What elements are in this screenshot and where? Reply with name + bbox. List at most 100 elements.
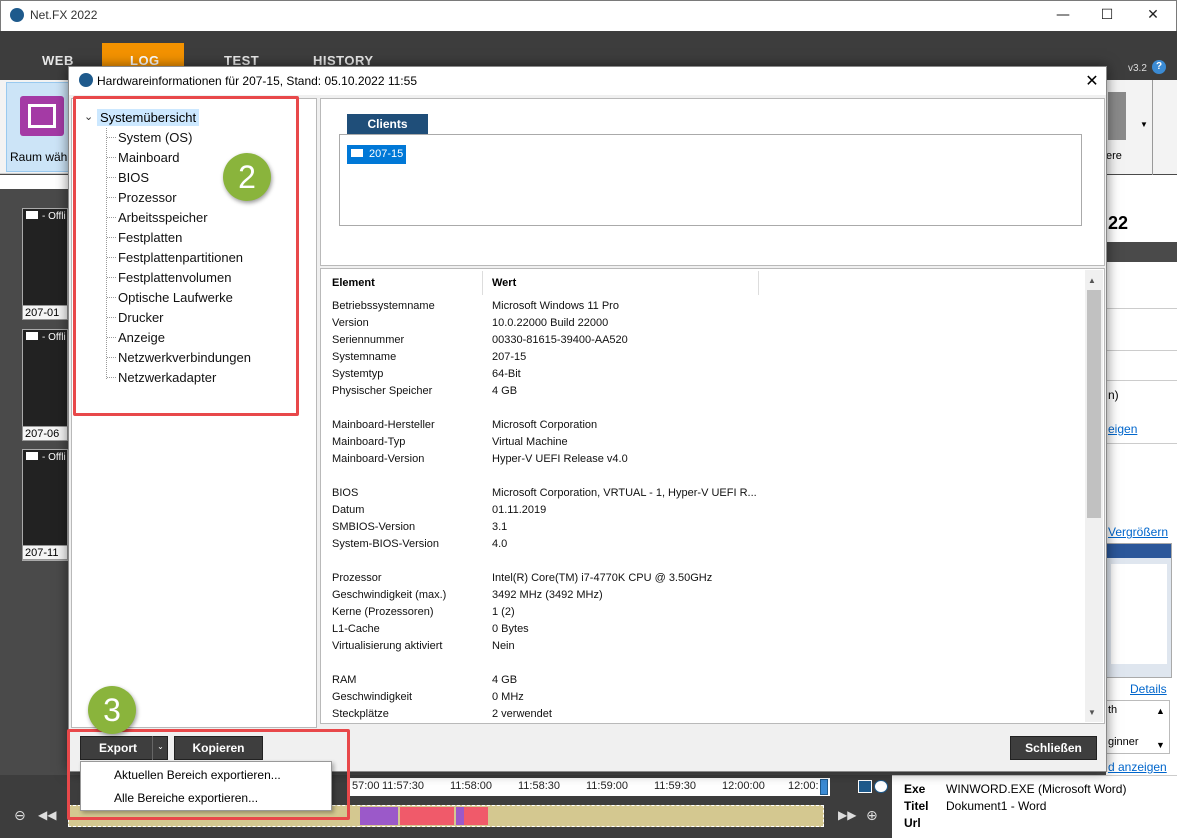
row-element: Steckplätze (332, 708, 389, 720)
detail-text-fragment: n) (1108, 388, 1119, 402)
minimize-icon[interactable]: — (1040, 4, 1086, 26)
timeline-tick: 57:00 (352, 780, 380, 792)
column-header-wert[interactable]: Wert (492, 277, 516, 289)
row-value: 207-15 (492, 351, 527, 363)
divider (1106, 443, 1177, 444)
detail-year-fragment: 22 (1108, 213, 1129, 233)
dialog-title: Hardwareinformationen für 207-15, Stand:… (97, 74, 417, 88)
help-icon[interactable]: ? (1152, 60, 1166, 74)
maximize-icon[interactable]: ☐ (1084, 4, 1130, 26)
row-value: 0 MHz (492, 691, 524, 703)
version-label: v3.2 (1128, 63, 1147, 74)
details-link[interactable]: Details (1130, 682, 1167, 696)
scroll-up-icon[interactable]: ▲ (1088, 276, 1096, 285)
annotation-badge: 3 (88, 686, 136, 734)
title-value: Dokument1 - Word (946, 799, 1047, 813)
timeline-tick: 11:59:00 (586, 780, 629, 792)
row-value: Hyper-V UEFI Release v4.0 (492, 453, 628, 465)
row-value: 01.11.2019 (492, 504, 547, 516)
row-element: Physischer Speicher (332, 385, 433, 397)
monitor-icon (351, 149, 363, 157)
client-name: 207-06 (22, 426, 68, 441)
dialog-app-icon (79, 73, 93, 87)
row-element: Mainboard-Version (332, 453, 425, 465)
row-value: Microsoft Windows 11 Pro (492, 300, 619, 312)
row-element: Kerne (Prozessoren) (332, 606, 434, 618)
title-label: Titel (904, 799, 929, 813)
timeline-segment[interactable] (456, 807, 464, 825)
forward-icon[interactable]: ▶▶ (838, 808, 856, 822)
row-element: RAM (332, 674, 357, 686)
url-label: Url (904, 816, 921, 830)
row-element: Version (332, 317, 369, 329)
row-value: 0 Bytes (492, 623, 529, 635)
row-value: 00330-81615-39400-AA520 (492, 334, 628, 346)
timeline-segment[interactable] (360, 807, 398, 825)
client-status: - Offli (22, 208, 68, 226)
schliessen-button[interactable]: Schließen (1010, 736, 1097, 760)
timeline-tick: 12:00: (788, 780, 819, 792)
room-icon (20, 96, 64, 136)
row-element: L1-Cache (332, 623, 380, 635)
client-status: - Offli (22, 449, 68, 467)
scrollbar-thumb[interactable] (1087, 290, 1101, 518)
timeline-tick: 11:58:30 (518, 780, 561, 792)
timeline-segment[interactable] (400, 807, 454, 825)
row-value: 4.0 (492, 538, 508, 550)
client-name: 207-01 (22, 305, 68, 320)
timeline-tick: 11:58:00 (450, 780, 493, 792)
row-element: Seriennummer (332, 334, 405, 346)
row-element: Systemtyp (332, 368, 384, 380)
divider (1106, 380, 1177, 381)
annotation-tree-highlight (73, 96, 299, 416)
screenshot-thumbnail[interactable] (1106, 543, 1172, 678)
row-value: 10.0.22000 Build 22000 (492, 317, 609, 329)
exe-label: Exe (904, 782, 926, 796)
detail-list-scroll-up-icon[interactable]: ▲ (1156, 706, 1165, 716)
dialog-close-icon[interactable]: ✕ (1080, 70, 1104, 92)
row-element: Prozessor (332, 572, 382, 584)
zoom-in-icon[interactable]: ⊕ (866, 808, 878, 824)
row-value: 3492 MHz (3492 MHz) (492, 589, 603, 601)
detail-list-item: th (1108, 704, 1118, 716)
row-element: SMBIOS-Version (332, 521, 416, 533)
row-element: Mainboard-Hersteller (332, 419, 435, 431)
detail-list-scroll-down-icon[interactable]: ▼ (1156, 740, 1165, 750)
rewind-icon[interactable]: ◀◀ (38, 808, 56, 822)
client-chip-label: 207-15 (369, 148, 404, 160)
row-element: Virtualisierung aktiviert (332, 640, 443, 652)
row-value: 2 verwendet (492, 708, 552, 720)
scroll-down-icon[interactable]: ▼ (1088, 708, 1096, 717)
timeline-marker[interactable] (820, 779, 828, 795)
app-titlebar (0, 0, 1177, 31)
client-chip-207-15[interactable]: 207-15 (347, 145, 406, 164)
raum-label: Raum wähl (10, 150, 71, 164)
zoom-out-icon[interactable]: ⊖ (14, 808, 26, 824)
row-element: Systemname (332, 351, 397, 363)
ribbon-divider (1152, 80, 1153, 190)
detail-dark-band (1106, 242, 1177, 262)
enlarge-link[interactable]: Vergrößern (1108, 525, 1168, 539)
column-divider (758, 271, 759, 295)
row-value: 4 GB (492, 674, 518, 686)
client-status: - Offli (22, 329, 68, 347)
row-value: Nein (492, 640, 515, 652)
tab-clients[interactable]: Clients (347, 114, 428, 134)
row-value: 4 GB (492, 385, 518, 397)
annotation-badge: 2 (223, 153, 271, 201)
row-element: Betriebssystemname (332, 300, 435, 312)
column-header-element[interactable]: Element (332, 277, 375, 289)
close-icon[interactable]: ✕ (1130, 4, 1176, 26)
timeline-segment[interactable] (464, 807, 488, 825)
show-link[interactable]: d anzeigen (1108, 760, 1167, 774)
timeline-tick: 11:57:30 (382, 780, 425, 792)
detail-link-fragment[interactable]: eigen (1108, 422, 1137, 436)
row-element: System-BIOS-Version (332, 538, 439, 550)
exe-value: WINWORD.EXE (Microsoft Word) (946, 782, 1127, 796)
row-value: Intel(R) Core(TM) i7-4770K CPU @ 3.50GHz (492, 572, 713, 584)
monitor-view-icon[interactable] (858, 780, 872, 793)
globe-view-icon[interactable] (874, 780, 888, 793)
row-element: Mainboard-Typ (332, 436, 406, 448)
detail-list-item: ginner (1108, 736, 1139, 748)
ribbon-dropdown-icon[interactable]: ▼ (1140, 120, 1148, 129)
